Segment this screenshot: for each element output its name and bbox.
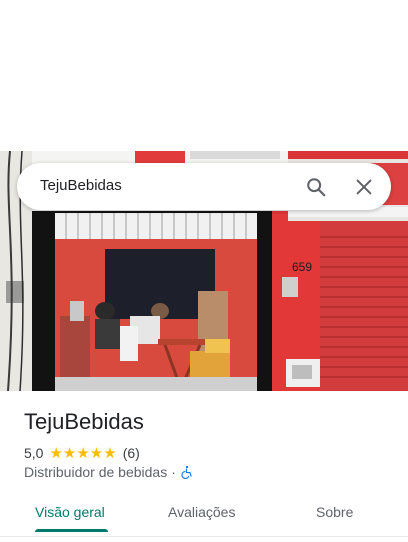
wheelchair-accessible-icon: [180, 465, 194, 479]
review-count[interactable]: (6): [123, 445, 140, 461]
search-input[interactable]: TejuBebidas: [40, 177, 122, 194]
separator: ·: [171, 464, 176, 480]
tab-overview[interactable]: Visão geral: [35, 504, 105, 520]
place-tabs: Visão geral Avaliações Sobre: [0, 496, 408, 537]
active-tab-indicator: [35, 529, 108, 532]
rating-row[interactable]: 5,0 ★★★★★ (6): [24, 444, 140, 462]
rating-stars: ★★★★★: [49, 445, 117, 462]
rating-value: 5,0: [24, 445, 44, 461]
house-number: 659: [292, 260, 312, 274]
search-bar[interactable]: TejuBebidas: [17, 163, 391, 210]
place-title: TejuBebidas: [24, 409, 144, 434]
tab-about[interactable]: Sobre: [316, 504, 353, 520]
close-icon[interactable]: [353, 176, 375, 198]
category-row: Distribuidor de bebidas ·: [24, 464, 194, 480]
place-category[interactable]: Distribuidor de bebidas: [24, 464, 167, 480]
tab-reviews[interactable]: Avaliações: [168, 504, 235, 520]
search-icon[interactable]: [305, 176, 327, 198]
